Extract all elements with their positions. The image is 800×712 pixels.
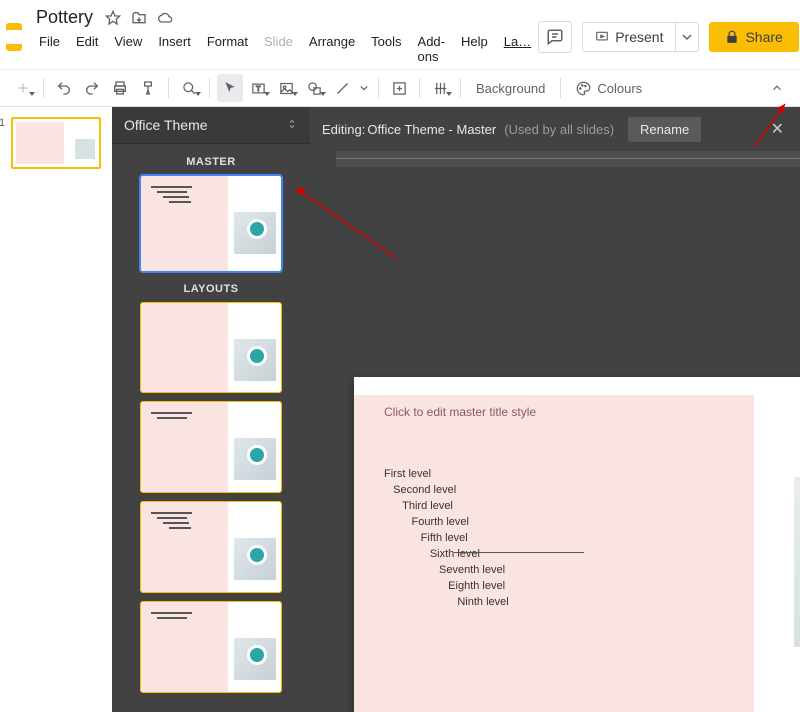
textbox-tool[interactable]: T: [245, 74, 271, 102]
image-tool[interactable]: [273, 74, 299, 102]
menu-addons[interactable]: Add-ons: [411, 31, 452, 67]
master-slide[interactable]: Click to edit master title style First l…: [354, 377, 800, 712]
toolbar: T Background Colours: [0, 69, 800, 107]
layout-thumbnail-1[interactable]: [141, 303, 281, 393]
comments-button[interactable]: [538, 21, 572, 53]
present-dropdown[interactable]: [675, 22, 699, 52]
master-thumbnail[interactable]: [141, 176, 281, 271]
line-tool[interactable]: [329, 74, 355, 102]
editor-used-by: (Used by all slides): [504, 122, 614, 137]
background-button[interactable]: Background: [468, 81, 553, 96]
menu-format[interactable]: Format: [200, 31, 255, 67]
rename-button[interactable]: Rename: [628, 117, 701, 142]
undo-button[interactable]: [51, 74, 77, 102]
menu-help[interactable]: Help: [454, 31, 495, 67]
zoom-button[interactable]: [176, 74, 202, 102]
filmstrip: 1: [0, 107, 112, 712]
menu-arrange[interactable]: Arrange: [302, 31, 362, 67]
slide-thumbnail-1[interactable]: [11, 117, 101, 169]
present-button[interactable]: Present: [582, 22, 675, 52]
doc-title[interactable]: Pottery: [32, 6, 97, 29]
present-label: Present: [615, 29, 663, 45]
work-area: 1 Office Theme MASTER LAYOUTS Editing: O…: [0, 107, 800, 712]
share-button[interactable]: Share: [709, 22, 798, 52]
layout-thumbnail-3[interactable]: [141, 502, 281, 592]
master-body-placeholder[interactable]: First level Second level Third level Fou…: [384, 467, 509, 610]
menu-tools[interactable]: Tools: [364, 31, 408, 67]
menu-file[interactable]: File: [32, 31, 67, 67]
paint-format-button[interactable]: [135, 74, 161, 102]
theme-panel: Office Theme MASTER LAYOUTS: [112, 107, 310, 712]
master-title-placeholder[interactable]: Click to edit master title style: [384, 405, 536, 419]
expand-toolbar-button[interactable]: [764, 74, 790, 102]
move-icon[interactable]: [131, 10, 147, 26]
layout-thumbnail-2[interactable]: [141, 402, 281, 492]
doc-info: Pottery File Edit View Insert Format Sli…: [32, 6, 538, 67]
menu-insert[interactable]: Insert: [151, 31, 198, 67]
editor-theme-name: Office Theme - Master: [367, 122, 496, 137]
slides-logo: [6, 23, 22, 51]
canvas[interactable]: Click to edit master title style First l…: [310, 167, 800, 712]
guides-button[interactable]: [427, 74, 453, 102]
close-master-view-button[interactable]: ✕: [767, 115, 788, 143]
editor-area: Editing: Office Theme - Master (Used by …: [310, 107, 800, 712]
insert-placeholder-button[interactable]: [386, 74, 412, 102]
star-icon[interactable]: [105, 10, 121, 26]
master-section-label: MASTER: [186, 156, 235, 168]
master-image: [794, 477, 800, 647]
horizontal-ruler[interactable]: [336, 151, 800, 167]
new-slide-button[interactable]: [10, 74, 36, 102]
select-tool[interactable]: [217, 74, 243, 102]
editor-prefix: Editing:: [322, 122, 365, 137]
print-button[interactable]: [107, 74, 133, 102]
redo-button[interactable]: [79, 74, 105, 102]
line-dropdown[interactable]: [357, 74, 371, 102]
share-label: Share: [745, 29, 782, 45]
layouts-section-label: LAYOUTS: [183, 283, 238, 295]
colours-button[interactable]: Colours: [568, 81, 650, 96]
theme-panel-sort-icon[interactable]: [286, 117, 298, 133]
cloud-status-icon[interactable]: [157, 10, 173, 26]
shape-tool[interactable]: [301, 74, 327, 102]
menubar: File Edit View Insert Format Slide Arran…: [32, 31, 538, 67]
divider-line: [454, 552, 584, 553]
menu-view[interactable]: View: [107, 31, 149, 67]
colours-label: Colours: [597, 81, 642, 96]
svg-text:T: T: [256, 84, 261, 93]
menu-last[interactable]: La…: [497, 31, 538, 67]
slide-number: 1: [0, 117, 5, 129]
theme-panel-title: Office Theme: [124, 117, 208, 133]
layout-thumbnail-4[interactable]: [141, 602, 281, 692]
menu-edit[interactable]: Edit: [69, 31, 105, 67]
menu-slide[interactable]: Slide: [257, 31, 300, 67]
app-header: Pottery File Edit View Insert Format Sli…: [0, 0, 800, 69]
